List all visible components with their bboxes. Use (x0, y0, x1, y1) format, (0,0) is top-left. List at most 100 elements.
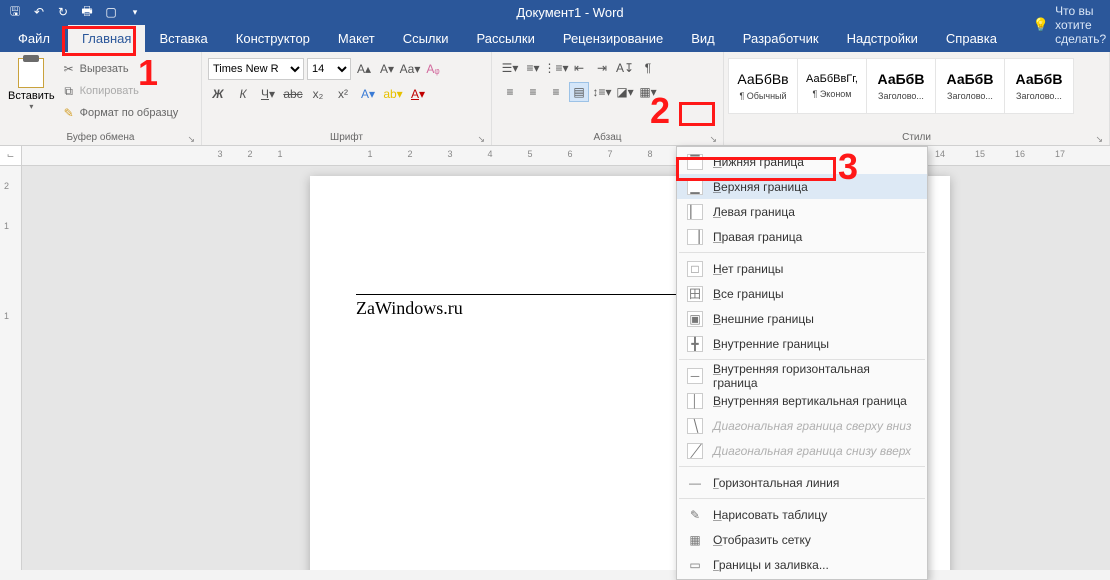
vertical-ruler[interactable]: 211 (0, 166, 22, 570)
underline-icon[interactable]: Ч▾ (258, 84, 278, 104)
paragraph-launcher-icon[interactable]: ↘ (709, 134, 717, 145)
tab-design[interactable]: Конструктор (222, 25, 324, 52)
menu-item-none[interactable]: □Нет границы (677, 256, 927, 281)
menu-item-dlg[interactable]: ▭Границы и заливка... (677, 552, 927, 577)
numbering-icon[interactable]: ≡▾ (523, 58, 543, 78)
hruler-tick: 1 (277, 149, 282, 159)
menu-item-iv[interactable]: │Внутренняя вертикальная граница (677, 388, 927, 413)
menu-item-label: Все границы (713, 287, 784, 301)
qat-more-icon[interactable]: ▾ (126, 3, 144, 21)
font-name-select[interactable]: Times New R (208, 58, 304, 80)
inc-indent-icon[interactable]: ⇥ (592, 58, 612, 78)
superscript-icon[interactable]: x² (333, 84, 353, 104)
tab-layout[interactable]: Макет (324, 25, 389, 52)
sort-icon[interactable]: A↧ (615, 58, 635, 78)
bold-icon[interactable]: Ж (208, 84, 228, 104)
copy-icon: ⧉ (61, 84, 77, 99)
vruler-tick: 1 (4, 311, 9, 321)
tab-references[interactable]: Ссылки (389, 25, 463, 52)
style-card-4[interactable]: АаБбВЗаголово... (1004, 58, 1074, 114)
justify-icon[interactable]: ▤ (569, 82, 589, 102)
align-left-icon[interactable]: ≡ (500, 82, 520, 102)
format-painter-button[interactable]: ✎ Формат по образцу (59, 102, 181, 124)
menu-item-ih[interactable]: ─Внутренняя горизонтальная граница (677, 363, 927, 388)
hruler-tick: 6 (567, 149, 572, 159)
save-icon[interactable]: 🖫 (6, 3, 24, 21)
menu-item-hline[interactable]: —Горизонтальная линия (677, 470, 927, 495)
menu-item-left[interactable]: ▏ Левая граница (677, 199, 927, 224)
text-effects-icon[interactable]: A▾ (358, 84, 378, 104)
dec-indent-icon[interactable]: ⇤ (569, 58, 589, 78)
clipboard-launcher-icon[interactable]: ↘ (187, 134, 195, 145)
styles-launcher-icon[interactable]: ↘ (1095, 134, 1103, 145)
style-name: Заголово... (869, 91, 933, 101)
subscript-icon[interactable]: x₂ (308, 84, 328, 104)
italic-icon[interactable]: К (233, 84, 253, 104)
tab-review[interactable]: Рецензирование (549, 25, 677, 52)
menu-item-label: Нарисовать таблицу (713, 508, 827, 522)
font-color-icon[interactable]: A▾ (408, 84, 428, 104)
newdoc-icon[interactable]: ▢ (102, 3, 120, 21)
menu-separator (679, 252, 925, 253)
border-left-icon: ▏ (687, 204, 703, 220)
menu-item-top[interactable]: ▁Верхняя граница (677, 174, 927, 199)
menu-item-inside[interactable]: ╋Внутренние границы (677, 331, 927, 356)
hruler-tick: 2 (247, 149, 252, 159)
redo-icon[interactable]: ↻ (54, 3, 72, 21)
font-size-select[interactable]: 14 (307, 58, 351, 80)
change-case-icon[interactable]: Aa▾ (400, 59, 420, 79)
menu-item-draw[interactable]: ✎Нарисовать таблицу (677, 502, 927, 527)
font-launcher-icon[interactable]: ↘ (477, 134, 485, 145)
grow-font-icon[interactable]: A▴ (354, 59, 374, 79)
menu-item-all[interactable]: 田 Все границы (677, 281, 927, 306)
bullets-icon[interactable]: ☰▾ (500, 58, 520, 78)
border-dlg-icon: ▭ (687, 557, 703, 573)
menu-item-label: Левая граница (713, 205, 795, 219)
paste-button[interactable]: Вставить ▾ (4, 54, 59, 129)
highlight-icon[interactable]: ab▾ (383, 84, 403, 104)
tab-mailings[interactable]: Рассылки (462, 25, 548, 52)
style-card-3[interactable]: АаБбВЗаголово... (935, 58, 1005, 114)
style-card-0[interactable]: АаБбВв¶ Обычный (728, 58, 798, 114)
style-sample: АаБбВв (737, 71, 788, 87)
lightbulb-icon: 💡 (1033, 17, 1049, 33)
tab-view[interactable]: Вид (677, 25, 729, 52)
tab-home[interactable]: Главная (68, 25, 145, 52)
page-text: ZaWindows.ru (356, 298, 463, 319)
strike-icon[interactable]: abc (283, 84, 303, 104)
copy-button[interactable]: ⧉ Копировать (59, 80, 181, 102)
style-card-2[interactable]: АаБбВЗаголово... (866, 58, 936, 114)
menu-item-bottom[interactable]: ▔Нижняя граница (677, 149, 927, 174)
style-card-1[interactable]: АаБбВвГг,¶ Эконом (797, 58, 867, 114)
line-spacing-icon[interactable]: ↕≡▾ (592, 82, 612, 102)
menu-separator (679, 498, 925, 499)
borders-icon[interactable]: ▦▾ (638, 82, 658, 102)
undo-icon[interactable]: ↶ (30, 3, 48, 21)
border-all-icon: 田 (687, 286, 703, 302)
group-label-paragraph: Абзац (593, 132, 621, 143)
menu-item-label: Верхняя граница (713, 180, 808, 194)
shading-icon[interactable]: ◪▾ (615, 82, 635, 102)
horizontal-ruler[interactable]: 3211234567814151617 (22, 146, 1110, 166)
tab-developer[interactable]: Разработчик (729, 25, 833, 52)
align-right-icon[interactable]: ≡ (546, 82, 566, 102)
menu-separator (679, 466, 925, 467)
quickprint-icon[interactable]: 🖶 (78, 3, 96, 21)
menu-item-outside[interactable]: ▣Внешние границы (677, 306, 927, 331)
tellme-search[interactable]: 💡 Что вы хотите сделать? (1021, 0, 1110, 52)
menu-item-dup: ╱Диагональная граница снизу вверх (677, 438, 927, 463)
multilevel-icon[interactable]: ⋮≡▾ (546, 58, 566, 78)
align-center-icon[interactable]: ≡ (523, 82, 543, 102)
clear-format-icon[interactable]: Aᵩ (423, 59, 443, 79)
menu-item-grid[interactable]: ▦Отобразить сетку (677, 527, 927, 552)
tab-addins[interactable]: Надстройки (833, 25, 932, 52)
tab-insert[interactable]: Вставка (145, 25, 221, 52)
tab-help[interactable]: Справка (932, 25, 1011, 52)
tab-file[interactable]: Файл (0, 25, 68, 52)
cut-button[interactable]: ✂ Вырезать (59, 58, 181, 80)
showmarks-icon[interactable]: ¶ (638, 58, 658, 78)
shrink-font-icon[interactable]: A▾ (377, 59, 397, 79)
border-bottom-icon: ▔ (687, 154, 703, 170)
menu-item-right[interactable]: ▕Правая граница (677, 224, 927, 249)
clipboard-icon (18, 58, 44, 88)
